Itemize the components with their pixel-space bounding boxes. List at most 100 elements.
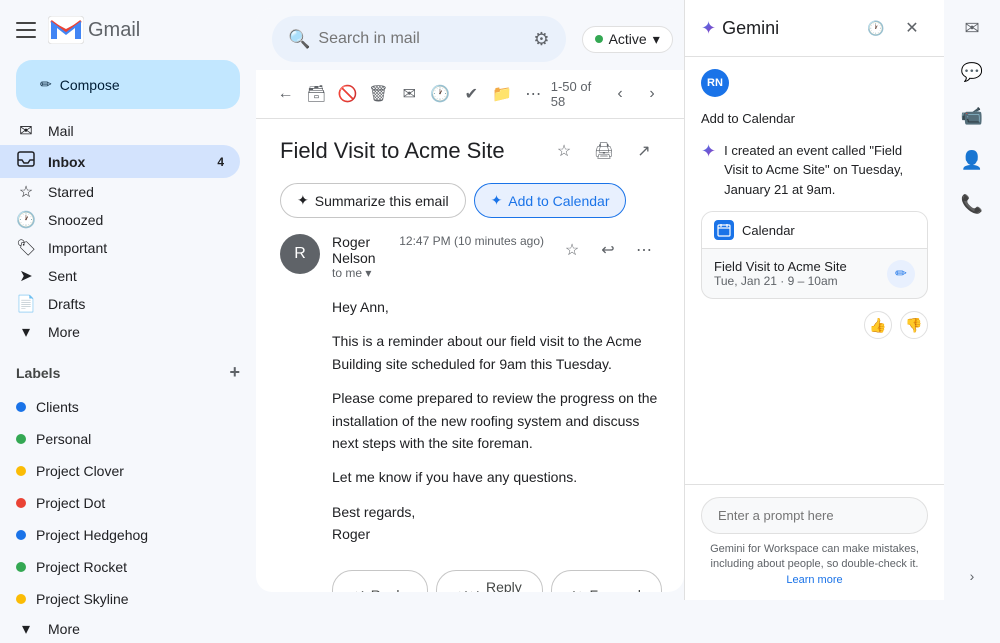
sidebar-drafts-label: Drafts xyxy=(48,296,85,312)
label-dot-project-dot xyxy=(16,498,26,508)
calendar-card-body: Field Visit to Acme Site Tue, Jan 21 · 9… xyxy=(702,249,927,298)
report-spam-button[interactable]: 🚫 xyxy=(334,78,361,110)
sidebar-label-clients[interactable]: Clients xyxy=(0,391,240,423)
sidebar-label-project-rocket[interactable]: Project Rocket xyxy=(0,551,240,583)
compose-label: Compose xyxy=(60,77,120,93)
thumbs-up-button[interactable]: 👍 xyxy=(864,311,892,339)
delete-button[interactable]: 🗑 xyxy=(365,78,392,110)
more-labels-icon: ▾ xyxy=(16,619,36,639)
reply-button[interactable]: ↩ Reply xyxy=(332,570,428,592)
more-chevron-icon: ▾ xyxy=(16,322,36,342)
calendar-event-info: Field Visit to Acme Site Tue, Jan 21 · 9… xyxy=(714,259,847,288)
strip-chat-icon[interactable]: 💬 xyxy=(952,52,992,92)
move-to-button[interactable]: 📁 xyxy=(489,78,516,110)
email-body-line-5: Best regards,Roger xyxy=(332,501,660,546)
sidebar-item-inbox[interactable]: Inbox 4 xyxy=(0,145,240,178)
snooze-button[interactable]: 🕐 xyxy=(427,78,454,110)
calendar-card-header: Calendar xyxy=(702,212,927,249)
gemini-prompt-input[interactable] xyxy=(701,497,928,534)
sidebar-item-more[interactable]: ▾ More xyxy=(0,318,240,346)
sidebar-item-snoozed[interactable]: 🕐 Snoozed xyxy=(0,206,240,234)
gemini-panel: ✦ Gemini 🕐 ✕ RN Add to Calendar ✦ I crea… xyxy=(684,0,944,600)
add-label-icon[interactable]: + xyxy=(229,362,240,383)
top-actions: Active ▾ ❓ ⚙ ✦ DF xyxy=(582,21,684,57)
menu-icon[interactable] xyxy=(16,20,36,40)
gemini-disclaimer: Gemini for Workspace can make mistakes, … xyxy=(701,542,928,588)
sidebar-label-project-clover[interactable]: Project Clover xyxy=(0,455,240,487)
summarize-label: Summarize this email xyxy=(315,193,449,209)
forward-button[interactable]: ↪ Forward xyxy=(551,570,662,592)
sidebar-snoozed-label: Snoozed xyxy=(48,212,103,228)
calendar-edit-button[interactable]: ✏ xyxy=(887,260,915,288)
sidebar-item-sent[interactable]: ➤ Sent xyxy=(0,262,240,290)
sidebar-item-mail[interactable]: ✉ Mail xyxy=(0,117,240,145)
forward-icon: ↪ xyxy=(572,586,584,592)
snooze-icon: 🕐 xyxy=(16,210,36,230)
sidebar-item-important[interactable]: 🏷 Important xyxy=(0,234,240,262)
add-to-calendar-label: Add to Calendar xyxy=(508,193,609,209)
compose-button[interactable]: ✏ Compose xyxy=(16,60,240,109)
next-email-button[interactable]: › xyxy=(636,78,668,110)
labels-list: Clients Personal Project Clover Project Dot… xyxy=(0,391,256,615)
email-timestamp: 12:47 PM (10 minutes ago) xyxy=(399,234,544,248)
sidebar-item-drafts[interactable]: 📄 Drafts xyxy=(0,290,240,318)
sidebar-label-project-hedgehog[interactable]: Project Hedgehog xyxy=(0,519,240,551)
gemini-history-button[interactable]: 🕐 xyxy=(860,12,892,44)
sidebar-label-personal[interactable]: Personal xyxy=(0,423,240,455)
strip-contacts-icon[interactable]: 👤 xyxy=(952,140,992,180)
sidebar-label-project-dot[interactable]: Project Dot xyxy=(0,487,240,519)
calendar-header-label: Calendar xyxy=(742,223,795,238)
sender-to: to me ▾ xyxy=(332,266,387,280)
calendar-chip-star-icon: ✦ xyxy=(491,192,503,209)
sidebar: Gmail ✏ Compose ✉ Mail Inbox 4 ☆ Starred… xyxy=(0,0,256,600)
label-name-clients: Clients xyxy=(36,399,79,415)
strip-meet-icon[interactable]: 📹 xyxy=(952,96,992,136)
prev-email-button[interactable]: ‹ xyxy=(604,78,636,110)
sidebar-item-starred[interactable]: ☆ Starred xyxy=(0,178,240,206)
open-in-new-icon[interactable]: ↗ xyxy=(628,135,660,167)
strip-mail-icon[interactable]: ✉ xyxy=(952,8,992,48)
more-actions-button[interactable]: ⋯ xyxy=(520,78,547,110)
sidebar-mail-label: Mail xyxy=(48,123,74,139)
active-status-badge[interactable]: Active ▾ xyxy=(582,26,673,53)
thumbs-down-button[interactable]: 👎 xyxy=(900,311,928,339)
back-button[interactable]: ← xyxy=(272,78,299,110)
gemini-body: RN Add to Calendar ✦ I created an event … xyxy=(685,57,944,484)
more-email-actions-button[interactable]: ⋯ xyxy=(628,234,660,266)
sidebar-inbox-label: Inbox xyxy=(48,154,85,170)
archive-button[interactable]: 🗃 xyxy=(303,78,330,110)
search-box[interactable]: 🔍 ⚙ xyxy=(272,16,566,62)
gemini-user-avatar: RN xyxy=(701,69,729,97)
add-to-calendar-chip[interactable]: ✦ Add to Calendar xyxy=(474,183,627,218)
print-icon[interactable]: 🖨 xyxy=(588,135,620,167)
email-header: R Roger Nelson to me ▾ 12:47 PM (10 minu… xyxy=(280,234,660,280)
learn-more-link[interactable]: Learn more xyxy=(786,574,842,586)
reply-quick-button[interactable]: ↩ xyxy=(592,234,624,266)
label-name-project-hedgehog: Project Hedgehog xyxy=(36,527,148,543)
subject-actions: ☆ 🖨 ↗ xyxy=(548,135,660,167)
email-body-line-1: Hey Ann, xyxy=(332,296,660,318)
strip-expand-button[interactable]: › xyxy=(962,560,983,592)
search-input[interactable] xyxy=(318,30,525,48)
summarize-chip[interactable]: ✦ Summarize this email xyxy=(280,183,466,218)
important-icon: 🏷 xyxy=(16,238,36,258)
inbox-icon xyxy=(16,149,36,174)
reply-all-button[interactable]: ↩↩ Reply all xyxy=(436,570,543,592)
add-task-button[interactable]: ✔ xyxy=(458,78,485,110)
sender-to-chevron-icon[interactable]: ▾ xyxy=(365,266,371,280)
calendar-icon xyxy=(714,220,734,240)
email-body-line-3: Please come prepared to review the progr… xyxy=(332,387,660,454)
gemini-response-message: I created an event called "Field Visit t… xyxy=(724,141,928,200)
sidebar-label-project-skyline[interactable]: Project Skyline xyxy=(0,583,240,615)
sidebar-item-more-labels[interactable]: ▾ More xyxy=(0,615,240,643)
gemini-disclaimer-text: Gemini for Workspace can make mistakes, … xyxy=(710,543,919,570)
bookmark-icon[interactable]: ☆ xyxy=(548,135,580,167)
label-dot-project-clover xyxy=(16,466,26,476)
star-email-button[interactable]: ☆ xyxy=(556,234,588,266)
mark-unread-button[interactable]: ✉ xyxy=(396,78,423,110)
filter-icon[interactable]: ⚙ xyxy=(533,29,549,50)
label-name-project-clover: Project Clover xyxy=(36,463,124,479)
gemini-close-button[interactable]: ✕ xyxy=(896,12,928,44)
strip-phone-icon[interactable]: 📞 xyxy=(952,184,992,224)
gemini-feedback-buttons: 👍 👎 xyxy=(701,311,928,339)
